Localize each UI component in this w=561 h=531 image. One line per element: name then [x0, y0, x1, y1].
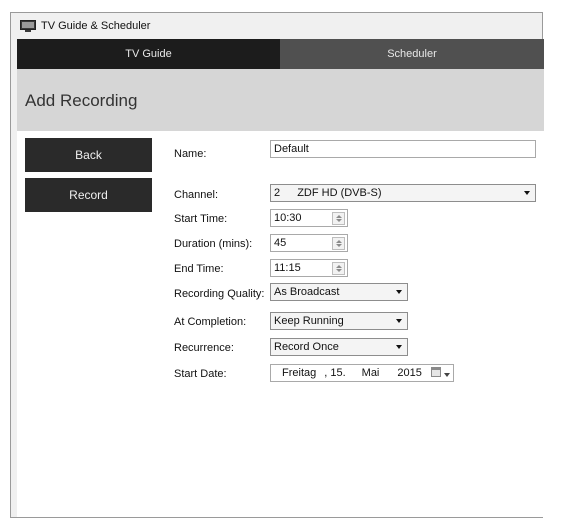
completion-value: Keep Running [274, 315, 344, 327]
duration-label: Duration (mins): [174, 238, 253, 250]
date-year: 2015 [397, 367, 422, 379]
app-window: TV Guide & Scheduler TV Guide Scheduler … [10, 12, 544, 518]
window-title: TV Guide & Scheduler [41, 20, 151, 32]
end-time-label: End Time: [174, 263, 224, 275]
completion-select[interactable]: Keep Running [270, 312, 408, 330]
tv-icon [20, 20, 36, 32]
page-header: Add Recording [17, 69, 544, 131]
recurrence-value: Record Once [274, 341, 339, 353]
date-day: , 15. [324, 367, 346, 379]
duration-stepper[interactable]: 45 [270, 234, 348, 252]
start-time-value: 10:30 [274, 212, 302, 224]
start-time-label: Start Time: [174, 213, 228, 225]
recurrence-select[interactable]: Record Once [270, 338, 408, 356]
end-time-stepper[interactable]: 11:15 [270, 259, 348, 277]
quality-value: As Broadcast [274, 286, 340, 298]
quality-label: Recording Quality: [174, 288, 265, 300]
quality-select[interactable]: As Broadcast [270, 283, 408, 301]
tab-scheduler[interactable]: Scheduler [280, 39, 544, 69]
start-date-label: Start Date: [174, 368, 227, 380]
back-button[interactable]: Back [25, 138, 152, 172]
channel-value: ZDF HD (DVB-S) [297, 187, 382, 199]
tab-bar: TV Guide Scheduler [17, 39, 544, 69]
calendar-dropdown[interactable] [430, 366, 450, 380]
tab-tv-guide[interactable]: TV Guide [17, 39, 280, 69]
title-bar: TV Guide & Scheduler [11, 13, 542, 39]
chevron-down-icon [524, 191, 530, 195]
name-label: Name: [174, 148, 207, 160]
channel-number: 2 [274, 187, 281, 199]
chevron-down-icon [396, 290, 402, 294]
page-title: Add Recording [25, 91, 138, 110]
channel-select[interactable]: 2 ZDF HD (DVB-S) [270, 184, 536, 202]
channel-label: Channel: [174, 189, 219, 201]
chevron-down-icon [444, 372, 450, 377]
name-field[interactable]: Default [270, 140, 536, 158]
spinner-icon[interactable] [332, 261, 345, 275]
record-button[interactable]: Record [25, 178, 152, 212]
name-value: Default [274, 143, 309, 155]
end-time-value: 11:15 [274, 262, 301, 274]
calendar-icon [430, 366, 441, 377]
chevron-down-icon [396, 345, 402, 349]
form-panel: Back Record Name: Default Channel: 2 ZDF… [17, 131, 544, 517]
duration-value: 45 [274, 237, 287, 249]
date-weekday: Freitag [282, 367, 317, 379]
recurrence-label: Recurrence: [174, 342, 234, 354]
completion-label: At Completion: [174, 316, 247, 328]
start-time-stepper[interactable]: 10:30 [270, 209, 348, 227]
date-month: Mai [361, 367, 380, 379]
start-date-picker[interactable]: Freitag , 15. Mai 2015 [270, 364, 454, 382]
spinner-icon[interactable] [332, 211, 345, 225]
chevron-down-icon [396, 319, 402, 323]
spinner-icon[interactable] [332, 236, 345, 250]
